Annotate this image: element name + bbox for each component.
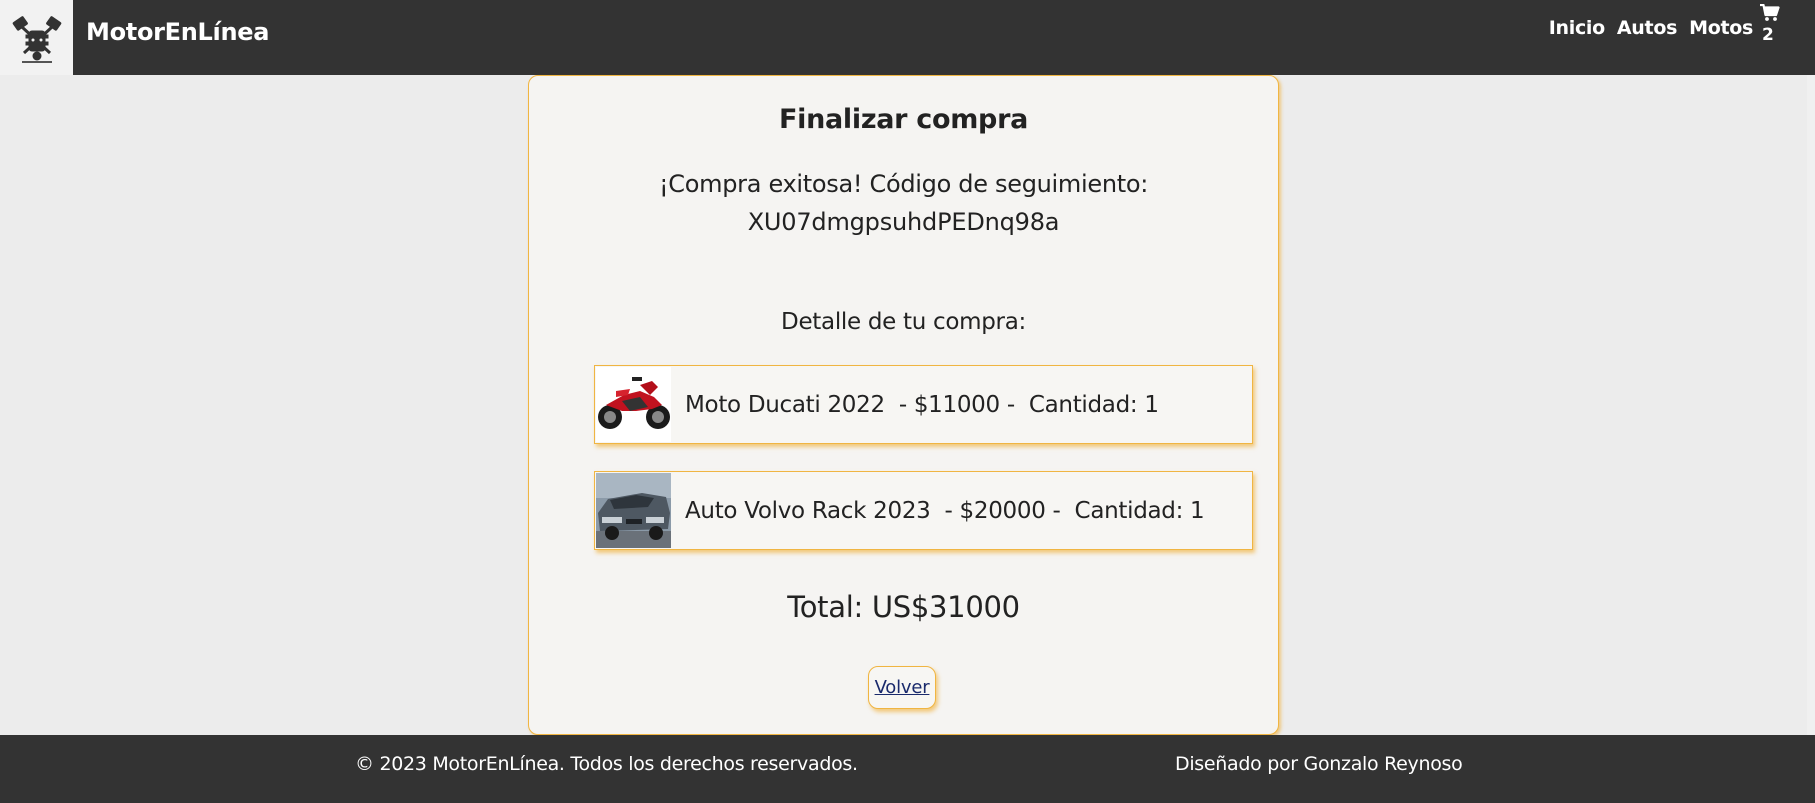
order-total: Total: US$31000 — [787, 590, 1020, 624]
back-button[interactable]: Volver — [868, 666, 936, 709]
brand-name[interactable]: MotorEnLínea — [86, 18, 269, 46]
item-description: Auto Volvo Rack 2023 - $20000 - Cantidad… — [685, 497, 1205, 524]
footer-credit: Diseñado por Gonzalo Reynoso — [1175, 753, 1463, 775]
nav-motos[interactable]: Motos — [1689, 17, 1753, 39]
purchase-detail-heading: Detalle de tu compra: — [781, 309, 1026, 335]
back-button-label: Volver — [874, 677, 930, 698]
cart-count-badge: 2 — [1762, 25, 1774, 45]
main-nav: Inicio Autos Motos — [1549, 17, 1754, 39]
footer-copyright: © 2023 MotorEnLínea. Todos los derechos … — [355, 753, 858, 775]
nav-inicio[interactable]: Inicio — [1549, 17, 1605, 39]
success-message: ¡Compra exitosa! Código de seguimiento: — [658, 170, 1149, 198]
footer: © 2023 MotorEnLínea. Todos los derechos … — [0, 735, 1815, 803]
item-thumbnail-car — [596, 473, 671, 548]
checkout-card: Finalizar compra ¡Compra exitosa! Código… — [528, 75, 1279, 735]
purchase-item: Moto Ducati 2022 - $11000 - Cantidad: 1 — [594, 365, 1253, 444]
navbar: MotorEnLínea Inicio Autos Motos 2 — [0, 0, 1815, 75]
purchase-item: Auto Volvo Rack 2023 - $20000 - Cantidad… — [594, 471, 1253, 550]
item-thumbnail-motorcycle — [596, 367, 671, 442]
page-title: Finalizar compra — [778, 104, 1029, 135]
shopping-cart-icon — [1760, 3, 1780, 21]
cart-button[interactable]: 2 — [1760, 3, 1788, 45]
tracking-code: XU07dmgpsuhdPEDnq98a — [747, 208, 1060, 236]
nav-autos[interactable]: Autos — [1617, 17, 1677, 39]
scrollbar-track[interactable] — [1807, 75, 1815, 735]
item-description: Moto Ducati 2022 - $11000 - Cantidad: 1 — [685, 391, 1159, 418]
logo[interactable] — [0, 0, 73, 75]
engine-pistons-icon — [12, 15, 61, 63]
